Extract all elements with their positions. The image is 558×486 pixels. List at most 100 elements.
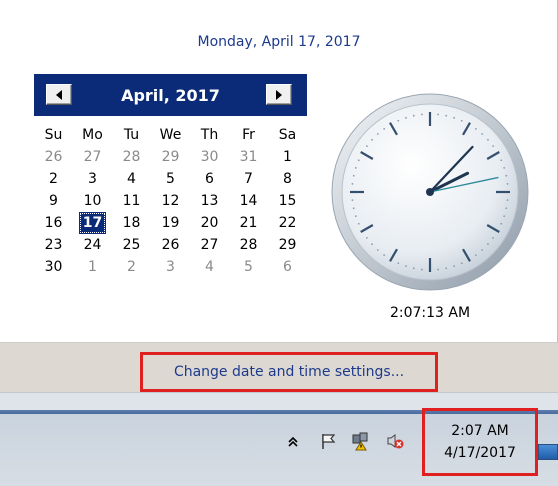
calendar-day[interactable]: 7 [229, 168, 268, 190]
tray-date: 4/17/2017 [444, 445, 516, 461]
calendar-day[interactable]: 5 [229, 256, 268, 278]
minute-dot [453, 265, 456, 268]
calendar-day[interactable]: 10 [73, 190, 112, 212]
minute-dot [437, 268, 440, 271]
minute-dot [357, 222, 360, 225]
minute-dot [412, 267, 415, 270]
calendar-day[interactable]: 31 [229, 146, 268, 168]
minute-dot [371, 138, 373, 141]
calendar-day[interactable]: 21 [229, 212, 268, 234]
calendar-day[interactable]: 15 [268, 190, 307, 212]
minute-dot [371, 243, 373, 246]
calendar-day[interactable]: 18 [112, 212, 151, 234]
weekday-header: Mo [82, 127, 103, 143]
minute-dot [500, 222, 503, 225]
calendar-day[interactable]: 4 [190, 256, 229, 278]
arrow-right-icon [276, 89, 282, 100]
digital-time: 2:07:13 AM [389, 305, 471, 321]
calendar-day-today[interactable]: 17 [79, 212, 106, 234]
calendar-day[interactable]: 28 [112, 146, 151, 168]
calendar-day[interactable]: 20 [190, 212, 229, 234]
minute-dot [420, 268, 423, 271]
calendar-day[interactable]: 25 [112, 234, 151, 256]
next-month-button[interactable] [266, 84, 292, 105]
minute-dot [412, 114, 415, 117]
minute-dot [505, 174, 508, 177]
minute-dot [397, 119, 400, 122]
calendar-day[interactable]: 9 [34, 190, 73, 212]
minute-dot [481, 249, 484, 251]
calendar-day[interactable]: 14 [229, 190, 268, 212]
calendar-day[interactable]: 2 [34, 168, 73, 190]
minute-dot [492, 236, 495, 239]
calendar-day[interactable]: 27 [190, 234, 229, 256]
minute-dot [453, 116, 456, 119]
minute-dot [474, 254, 477, 257]
tray-clock-button[interactable]: 2:07 AM 4/17/2017 [422, 408, 538, 476]
minute-dot [445, 267, 448, 270]
calendar-day[interactable]: 3 [151, 256, 190, 278]
taskbar: 2:07 AM 4/17/2017 [0, 392, 558, 486]
date-time-flyout: Monday, April 17, 2017 April, 2017 Su Mo T… [0, 0, 558, 392]
minute-dot [460, 119, 463, 122]
calendar-day[interactable]: 2 [112, 256, 151, 278]
calendar-day[interactable]: 22 [268, 212, 307, 234]
minute-dot [365, 145, 368, 148]
calendar-day[interactable]: 29 [151, 146, 190, 168]
minute-dot [503, 215, 506, 218]
change-date-time-settings-link[interactable]: Change date and time settings... [140, 352, 438, 392]
weekday-header: Tu [123, 127, 140, 143]
analog-clock [331, 93, 529, 291]
minute-dot [351, 182, 354, 185]
minute-dot [487, 243, 489, 246]
calendar-day[interactable]: 16 [34, 212, 73, 234]
calendar-day[interactable]: 26 [151, 234, 190, 256]
calendar-day[interactable]: 6 [268, 256, 307, 278]
minute-dot [397, 262, 400, 265]
minute-dot [404, 265, 407, 268]
calendar-header: April, 2017 [34, 74, 307, 116]
calendar-day[interactable]: 6 [190, 168, 229, 190]
calendar-day[interactable]: 23 [34, 234, 73, 256]
calendar-day[interactable]: 4 [112, 168, 151, 190]
long-date-link[interactable]: Monday, April 17, 2017 [0, 34, 558, 50]
speaker-muted-icon[interactable] [384, 430, 406, 452]
calendar-day[interactable]: 29 [268, 234, 307, 256]
calendar-day[interactable]: 26 [34, 146, 73, 168]
calendar-day[interactable]: 3 [73, 168, 112, 190]
weekday-header: Sa [278, 127, 297, 143]
weekday-header: Th [200, 127, 219, 143]
calendar-day[interactable]: 5 [151, 168, 190, 190]
calendar-day[interactable]: 1 [73, 256, 112, 278]
weekday-header: Su [44, 127, 63, 143]
calendar-day[interactable]: 30 [34, 256, 73, 278]
calendar-day[interactable]: 30 [190, 146, 229, 168]
minute-dot [445, 114, 448, 117]
clock-center [426, 188, 434, 196]
minute-dot [487, 138, 489, 141]
minute-dot [354, 215, 357, 218]
minute-dot [481, 133, 484, 135]
minute-dot [506, 182, 509, 185]
chevron-up-icon[interactable] [282, 430, 304, 452]
calendar-day[interactable]: 27 [73, 146, 112, 168]
calendar-day[interactable]: 11 [112, 190, 151, 212]
minute-dot [460, 262, 463, 265]
show-desktop-button[interactable] [538, 444, 558, 460]
minute-dot [376, 249, 379, 251]
action-center-flag-icon[interactable] [318, 430, 340, 452]
calendar-day[interactable]: 24 [73, 234, 112, 256]
calendar-day[interactable]: 12 [151, 190, 190, 212]
minute-dot [437, 113, 440, 116]
calendar-day[interactable]: 19 [151, 212, 190, 234]
calendar-day[interactable]: 13 [190, 190, 229, 212]
calendar-day[interactable]: 8 [268, 168, 307, 190]
calendar: April, 2017 Su Mo Tu We Th Fr Sa 26 27 28 29 30 31 1 2… [34, 74, 307, 304]
minute-dot [376, 133, 379, 135]
calendar-day[interactable]: 1 [268, 146, 307, 168]
minute-dot [500, 159, 503, 162]
minute-dot [474, 127, 477, 130]
minute-dot [352, 174, 355, 177]
network-warning-icon[interactable] [350, 430, 372, 452]
calendar-day[interactable]: 28 [229, 234, 268, 256]
